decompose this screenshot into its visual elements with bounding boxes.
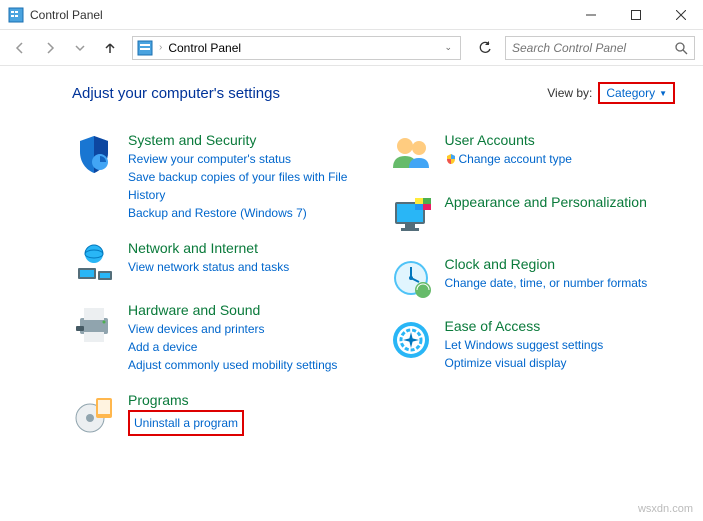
category-title-users[interactable]: User Accounts bbox=[445, 132, 676, 148]
close-button[interactable] bbox=[658, 0, 703, 30]
left-column: System and Security Review your computer… bbox=[72, 132, 359, 454]
search-input[interactable] bbox=[512, 41, 674, 55]
back-button[interactable] bbox=[8, 36, 32, 60]
control-panel-icon bbox=[8, 7, 24, 23]
category-clock-region: Clock and Region Change date, time, or n… bbox=[389, 256, 676, 300]
right-column: User Accounts Change account type Appear… bbox=[389, 132, 676, 454]
view-by-dropdown[interactable]: Category ▼ bbox=[598, 82, 675, 104]
link-devices-printers[interactable]: View devices and printers bbox=[128, 320, 359, 338]
view-by-label: View by: bbox=[547, 86, 592, 100]
window-title: Control Panel bbox=[30, 8, 568, 22]
recent-locations-button[interactable] bbox=[68, 36, 92, 60]
page-title: Adjust your computer's settings bbox=[72, 85, 280, 102]
link-mobility-settings[interactable]: Adjust commonly used mobility settings bbox=[128, 356, 359, 374]
category-title-hardware[interactable]: Hardware and Sound bbox=[128, 302, 359, 318]
link-optimize-display[interactable]: Optimize visual display bbox=[445, 354, 676, 372]
category-title-ease[interactable]: Ease of Access bbox=[445, 318, 676, 334]
highlight-uninstall: Uninstall a program bbox=[128, 410, 244, 436]
link-file-history[interactable]: Save backup copies of your files with Fi… bbox=[128, 168, 359, 204]
link-change-account-type-text: Change account type bbox=[459, 152, 572, 166]
category-title-appearance[interactable]: Appearance and Personalization bbox=[445, 194, 676, 210]
navigation-toolbar: › Control Panel ⌄ bbox=[0, 30, 703, 66]
minimize-button[interactable] bbox=[568, 0, 613, 30]
content-area: Adjust your computer's settings View by:… bbox=[0, 66, 703, 470]
chevron-down-icon: ▼ bbox=[659, 89, 667, 98]
category-network: Network and Internet View network status… bbox=[72, 240, 359, 284]
link-backup-restore[interactable]: Backup and Restore (Windows 7) bbox=[128, 204, 359, 222]
category-appearance: Appearance and Personalization bbox=[389, 194, 676, 238]
link-change-account-type[interactable]: Change account type bbox=[445, 150, 676, 168]
refresh-button[interactable] bbox=[471, 36, 499, 60]
link-review-status[interactable]: Review your computer's status bbox=[128, 150, 359, 168]
titlebar: Control Panel bbox=[0, 0, 703, 30]
control-panel-icon bbox=[137, 40, 153, 56]
category-title-network[interactable]: Network and Internet bbox=[128, 240, 359, 256]
search-icon[interactable] bbox=[674, 41, 688, 55]
link-add-device[interactable]: Add a device bbox=[128, 338, 359, 356]
address-history-dropdown[interactable]: ⌄ bbox=[440, 42, 456, 53]
forward-button[interactable] bbox=[38, 36, 62, 60]
view-by-control: View by: Category ▼ bbox=[547, 82, 675, 104]
category-hardware: Hardware and Sound View devices and prin… bbox=[72, 302, 359, 374]
link-date-time-formats[interactable]: Change date, time, or number formats bbox=[445, 274, 676, 292]
category-title-clock[interactable]: Clock and Region bbox=[445, 256, 676, 272]
ease-of-access-icon bbox=[389, 318, 433, 362]
category-system-security: System and Security Review your computer… bbox=[72, 132, 359, 222]
programs-icon bbox=[72, 392, 116, 436]
maximize-button[interactable] bbox=[613, 0, 658, 30]
breadcrumb-location[interactable]: Control Panel bbox=[168, 41, 434, 55]
address-bar[interactable]: › Control Panel ⌄ bbox=[132, 36, 461, 60]
category-title-programs[interactable]: Programs bbox=[128, 392, 359, 408]
breadcrumb-separator: › bbox=[159, 42, 162, 53]
link-network-status[interactable]: View network status and tasks bbox=[128, 258, 359, 276]
appearance-icon bbox=[389, 194, 433, 238]
search-box[interactable] bbox=[505, 36, 695, 60]
network-icon bbox=[72, 240, 116, 284]
shield-icon bbox=[72, 132, 116, 176]
clock-icon bbox=[389, 256, 433, 300]
category-programs: Programs Uninstall a program bbox=[72, 392, 359, 436]
link-suggest-settings[interactable]: Let Windows suggest settings bbox=[445, 336, 676, 354]
watermark: wsxdn.com bbox=[638, 503, 693, 515]
printer-icon bbox=[72, 302, 116, 346]
category-ease-access: Ease of Access Let Windows suggest setti… bbox=[389, 318, 676, 372]
uac-shield-icon bbox=[445, 153, 457, 165]
category-user-accounts: User Accounts Change account type bbox=[389, 132, 676, 176]
users-icon bbox=[389, 132, 433, 176]
up-button[interactable] bbox=[98, 36, 122, 60]
link-uninstall-program[interactable]: Uninstall a program bbox=[134, 414, 238, 432]
view-by-value-text: Category bbox=[606, 86, 655, 100]
category-title-system[interactable]: System and Security bbox=[128, 132, 359, 148]
